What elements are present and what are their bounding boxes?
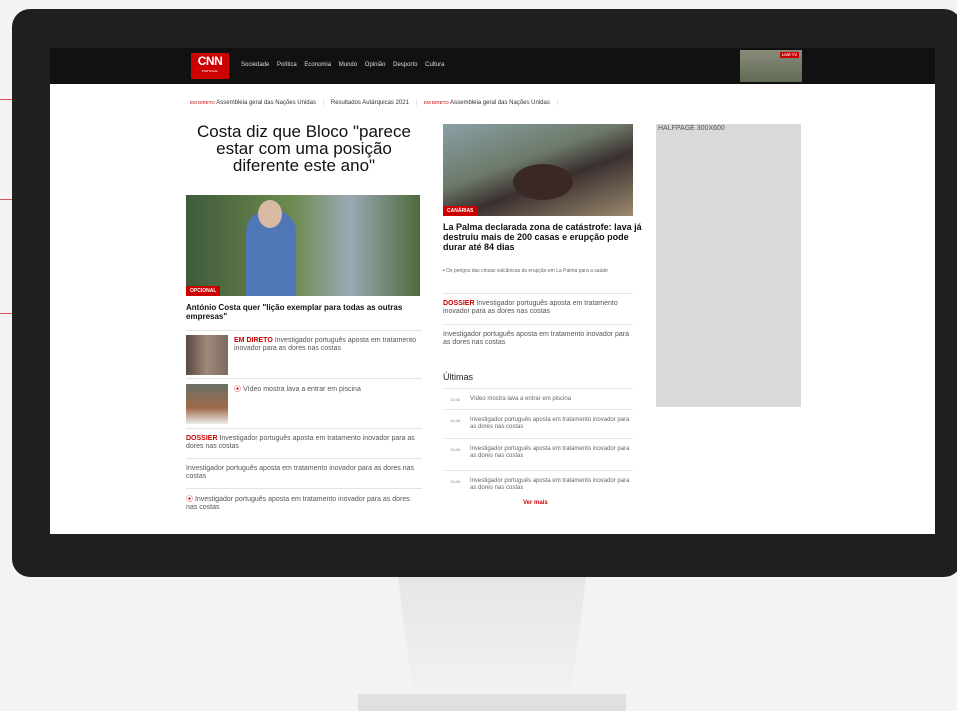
logo-text: CNN [197,54,223,68]
nav-item-sociedade[interactable]: Sociedade [241,62,269,68]
nav-item-opiniao[interactable]: Opinião [365,62,386,68]
ad-placeholder[interactable]: HALFPAGE 300X600 [656,124,801,407]
breaking-ticker: EM DIRETO Assembleia geral das Nações Un… [190,100,563,106]
list-item-text: ⦿ Investigador português aposta em trata… [186,496,410,511]
ad-label: HALFPAGE 300X600 [658,125,725,132]
la-palma-headline[interactable]: La Palma declarada zona de catástrofe: l… [443,222,643,252]
nav-item-cultura[interactable]: Cultura [425,62,444,68]
ticker-divider: | [415,100,418,106]
ticker-link-1[interactable]: Assembleia geral das Nações Unidas [216,100,316,106]
main-headline[interactable]: Costa diz que Bloco "parece estar com um… [186,123,422,174]
live-tv-badge: LIVE TV [779,52,799,58]
nav-item-mundo[interactable]: Mundo [339,62,357,68]
nav-item-politica[interactable]: Política [277,62,297,68]
nav-item-economia[interactable]: Economia [304,62,331,68]
latest-item[interactable]: 10:48 Vídeo mostra lava a entrar em pisc… [443,388,633,410]
monitor-stand-base [358,694,626,711]
monitor-stand-neck [398,577,586,697]
list-item[interactable]: ⦿ Investigador português aposta em trata… [186,488,422,519]
person-head [258,200,282,228]
list-item[interactable]: Investigador português aposta em tratame… [186,458,422,489]
list-item[interactable]: Investigador português aposta em tratame… [443,324,633,355]
video-play-icon: ⦿ [234,386,241,393]
live-tv-thumbnail[interactable]: LIVE TV [740,50,802,82]
list-item[interactable]: DOSSIER Investigador português aposta em… [186,428,422,459]
list-item[interactable]: DOSSIER Investigador português aposta em… [443,293,633,324]
latest-title: Últimas [443,372,474,382]
latest-time: 10:48 [450,418,461,423]
latest-text: Investigador português aposta em tratame… [470,478,630,491]
nav-item-desporto[interactable]: Desporto [393,62,417,68]
related-bullet[interactable]: • Os perigos das cinzas vulcânicas da er… [443,268,629,274]
latest-text: Investigador português aposta em tratame… [470,417,630,430]
list-item-text: DOSSIER Investigador português aposta em… [443,300,618,315]
see-more-link[interactable]: Ver mais [523,500,548,506]
main-nav: Sociedade Política Economia Mundo Opiniã… [241,62,451,68]
list-item-text: EM DIRETO Investigador português aposta … [234,337,416,352]
latest-item[interactable]: 10:48 Investigador português aposta em t… [443,470,633,499]
latest-time: 10:48 [450,479,461,484]
latest-time: 10:48 [450,397,461,402]
list-item-text: Investigador português aposta em tratame… [186,465,415,480]
latest-text: Investigador português aposta em tratame… [470,446,630,459]
website-screen: CNN PORTUGAL Sociedade Política Economia… [50,48,935,534]
ticker-link-3[interactable]: Assembleia geral das Nações Unidas [450,100,550,106]
news-thumbnail [186,384,228,424]
list-item-text: DOSSIER Investigador português aposta em… [186,435,415,450]
cnn-logo[interactable]: CNN PORTUGAL [191,53,229,79]
la-palma-photo[interactable]: CANÁRIAS [443,124,633,216]
list-item-text: Investigador português aposta em tratame… [443,331,630,346]
latest-item[interactable]: 10:48 Investigador português aposta em t… [443,438,633,471]
ticker-divider: | [556,100,559,106]
ticker-link-2[interactable]: Resultados Autárquicas 2021 [331,100,409,106]
ticker-tag-3: EM DIRETO [423,100,449,105]
top-nav-bar: CNN PORTUGAL Sociedade Política Economia… [50,48,935,84]
video-play-icon: ⦿ [186,496,193,503]
latest-time: 10:48 [450,447,461,452]
list-item-text: ⦿ Vídeo mostra lava a entrar em piscina [234,386,361,393]
photo-label-opcional: OPCIONAL [186,286,221,296]
ticker-divider: | [322,100,325,106]
costa-photo[interactable]: OPCIONAL [186,195,420,296]
list-item[interactable]: EM DIRETO Investigador português aposta … [186,330,422,379]
latest-item[interactable]: 10:48 Investigador português aposta em t… [443,409,633,439]
latest-text: Vídeo mostra lava a entrar em piscina [470,396,572,402]
ticker-tag-1: EM DIRETO [190,100,215,105]
photo-label-canarias: CANÁRIAS [443,206,478,216]
list-item[interactable]: ⦿ Vídeo mostra lava a entrar em piscina [186,378,422,429]
news-thumbnail [186,335,228,375]
lava-shape [513,164,573,200]
sub-headline[interactable]: António Costa quer "lição exemplar para … [186,303,422,321]
logo-subtext: PORTUGAL [201,69,219,73]
